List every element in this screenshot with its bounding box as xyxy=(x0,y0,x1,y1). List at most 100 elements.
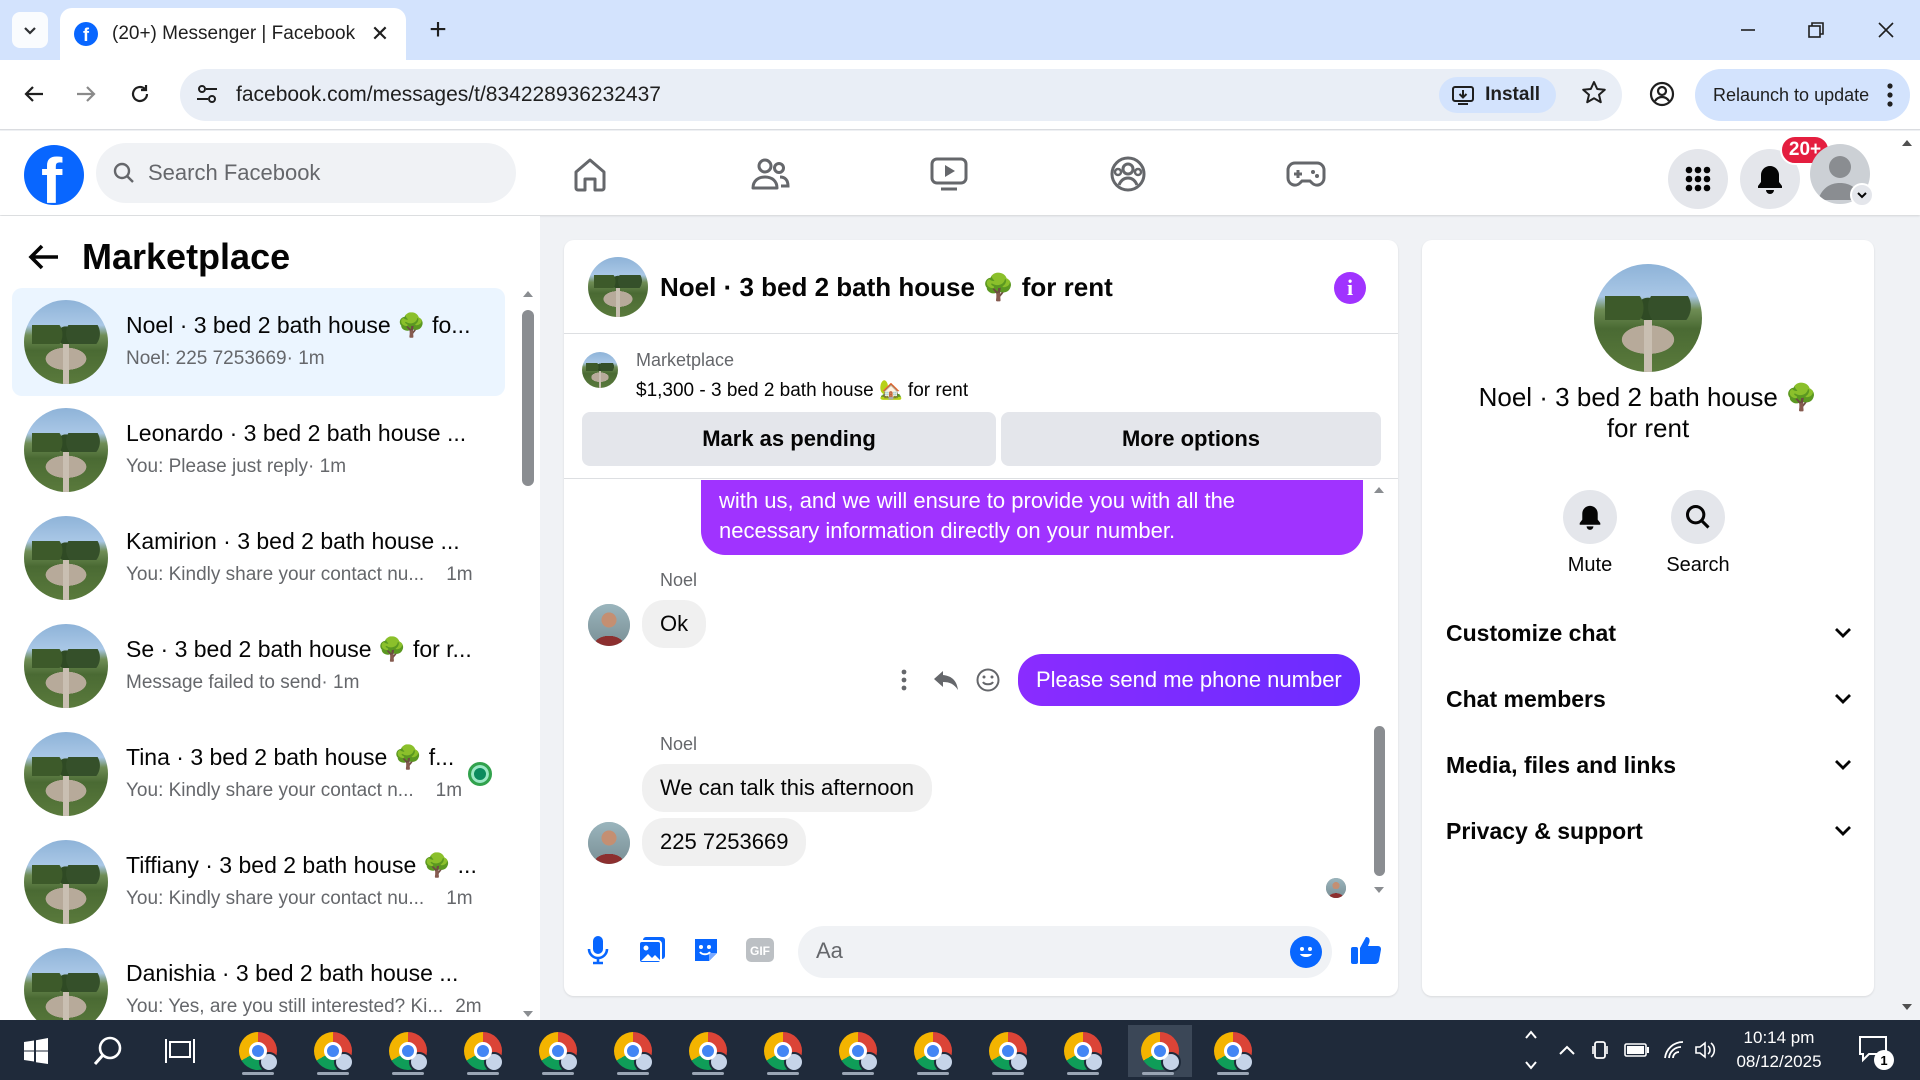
chat-members-section[interactable]: Chat members xyxy=(1446,672,1852,726)
gif-button[interactable]: GIF xyxy=(742,932,778,968)
relaunch-to-update-button[interactable]: Relaunch to update xyxy=(1695,69,1910,121)
taskbar-search-button[interactable] xyxy=(78,1025,138,1077)
message-input[interactable] xyxy=(816,938,1256,964)
taskbar-chrome-window[interactable] xyxy=(378,1025,438,1077)
taskbar-chrome-window[interactable] xyxy=(828,1025,888,1077)
conversation-item[interactable]: Tina · 3 bed 2 bath house 🌳 f... You: Ki… xyxy=(12,720,505,828)
scrollbar-thumb[interactable] xyxy=(1374,726,1385,876)
conversation-item[interactable]: Leonardo · 3 bed 2 bath house ... You: P… xyxy=(12,396,505,504)
browser-tab[interactable]: f (20+) Messenger | Facebook ✕ xyxy=(60,8,406,60)
customize-chat-section[interactable]: Customize chat xyxy=(1446,606,1852,660)
mark-as-pending-button[interactable]: Mark as pending xyxy=(582,412,996,466)
taskbar-chrome-window[interactable] xyxy=(678,1025,738,1077)
send-like-button[interactable] xyxy=(1348,932,1384,968)
new-tab-button[interactable]: + xyxy=(420,12,456,48)
message-scrollbar[interactable] xyxy=(1372,480,1386,902)
conversation-list-scrollbar[interactable] xyxy=(522,288,534,1020)
taskbar-chrome-window[interactable] xyxy=(603,1025,663,1077)
sender-avatar[interactable] xyxy=(588,822,630,864)
taskbar-clock[interactable]: 10:14 pm 08/12/2025 xyxy=(1720,1026,1838,1074)
scroll-up-arrow-icon[interactable] xyxy=(522,288,534,300)
more-options-button[interactable]: More options xyxy=(1001,412,1381,466)
bookmark-star-icon[interactable] xyxy=(1580,79,1608,112)
forward-button[interactable] xyxy=(64,72,108,116)
show-hidden-icons-button[interactable] xyxy=(1552,1020,1582,1080)
voice-clip-button[interactable] xyxy=(580,932,616,968)
media-files-links-section[interactable]: Media, files and links xyxy=(1446,738,1852,792)
install-app-button[interactable]: Install xyxy=(1439,77,1556,113)
conversation-item[interactable]: Noel · 3 bed 2 bath house 🌳 fo... Noel: … xyxy=(12,288,505,396)
scroll-down-arrow-icon[interactable] xyxy=(1373,884,1385,896)
incoming-message[interactable]: 225 7253669 xyxy=(642,818,807,866)
close-tab-icon[interactable]: ✕ xyxy=(368,21,392,47)
conversation-item[interactable]: Tiffiany · 3 bed 2 bath house 🌳 ... You:… xyxy=(12,828,505,936)
sticker-button[interactable] xyxy=(688,932,724,968)
reply-icon[interactable] xyxy=(932,666,960,694)
back-arrow-icon[interactable] xyxy=(28,243,60,271)
conversation-item[interactable]: Kamirion · 3 bed 2 bath house ... You: K… xyxy=(12,504,505,612)
taskbar-chrome-window[interactable] xyxy=(903,1025,963,1077)
react-emoji-icon[interactable] xyxy=(974,666,1002,694)
chat-title[interactable]: Noel · 3 bed 2 bath house 🌳 for rent xyxy=(660,272,1113,303)
nav-home-button[interactable] xyxy=(565,149,615,199)
taskbar-chrome-window[interactable] xyxy=(1053,1025,1113,1077)
facebook-search-box[interactable] xyxy=(96,143,516,203)
scroll-up-arrow-icon[interactable] xyxy=(1373,484,1385,496)
taskbar-chrome-window-active[interactable] xyxy=(1128,1025,1192,1077)
menu-button[interactable] xyxy=(1668,149,1728,209)
privacy-support-section[interactable]: Privacy & support xyxy=(1446,804,1852,858)
listing-price-title[interactable]: $1,300 - 3 bed 2 bath house 🏡 for rent xyxy=(636,378,968,402)
page-scroll-down-arrow-icon[interactable] xyxy=(1900,1000,1914,1019)
chat-avatar[interactable] xyxy=(588,257,648,317)
scroll-down-arrow-icon[interactable] xyxy=(522,1008,534,1020)
info-icon[interactable]: i xyxy=(1334,272,1366,304)
search-in-conversation-button[interactable]: Search xyxy=(1648,490,1748,577)
taskbar-chrome-window[interactable] xyxy=(228,1025,288,1077)
more-actions-icon[interactable] xyxy=(890,666,918,694)
address-bar[interactable]: facebook.com/messages/t/834228936232437 … xyxy=(180,69,1622,121)
task-view-button[interactable] xyxy=(150,1025,210,1077)
conversation-item[interactable]: Danishia · 3 bed 2 bath house ... You: Y… xyxy=(12,936,505,1020)
outgoing-message[interactable]: Please send me phone number xyxy=(1018,654,1360,706)
meet-now-tray[interactable] xyxy=(1586,1020,1616,1080)
browser-profile-button[interactable] xyxy=(1640,72,1684,116)
minimize-button[interactable] xyxy=(1724,8,1772,52)
taskbar-chrome-window[interactable] xyxy=(978,1025,1038,1077)
message-input-box[interactable] xyxy=(798,926,1332,978)
tab-search-button[interactable] xyxy=(12,12,48,48)
taskbar-chrome-window[interactable] xyxy=(303,1025,363,1077)
back-button[interactable] xyxy=(12,72,56,116)
facebook-logo-icon[interactable]: f xyxy=(24,145,84,205)
action-center-button[interactable]: 1 xyxy=(1858,1034,1894,1070)
restore-button[interactable] xyxy=(1792,8,1840,52)
attach-media-button[interactable] xyxy=(634,932,670,968)
outgoing-message[interactable]: with us, and we will ensure to provide y… xyxy=(701,480,1363,555)
close-window-button[interactable] xyxy=(1862,8,1910,52)
page-scroll-up-arrow-icon[interactable] xyxy=(1900,136,1914,155)
sender-avatar[interactable] xyxy=(588,604,630,646)
incoming-message[interactable]: Ok xyxy=(642,600,707,648)
nav-watch-button[interactable] xyxy=(924,149,974,199)
taskbar-chrome-window[interactable] xyxy=(453,1025,513,1077)
account-menu-chevron-icon[interactable] xyxy=(1850,183,1874,207)
mute-button[interactable]: Mute xyxy=(1540,490,1640,577)
reload-button[interactable] xyxy=(118,72,162,116)
taskbar-chrome-window[interactable] xyxy=(753,1025,813,1077)
scrollbar-thumb[interactable] xyxy=(522,310,534,486)
taskbar-chrome-window[interactable] xyxy=(528,1025,588,1077)
emoji-button[interactable] xyxy=(1290,936,1322,968)
conversation-item[interactable]: Se · 3 bed 2 bath house 🌳 for r... Messa… xyxy=(12,612,505,720)
url-text[interactable]: facebook.com/messages/t/834228936232437 xyxy=(236,83,661,107)
volume-tray[interactable] xyxy=(1690,1020,1722,1080)
taskbar-scroll[interactable] xyxy=(1520,1020,1542,1080)
site-info-icon[interactable] xyxy=(194,81,220,112)
network-tray[interactable] xyxy=(1658,1020,1690,1080)
taskbar-chrome-window[interactable] xyxy=(1203,1025,1263,1077)
nav-groups-button[interactable] xyxy=(1103,149,1153,199)
start-button[interactable] xyxy=(6,1025,66,1077)
chat-profile-avatar[interactable] xyxy=(1594,264,1702,372)
battery-tray[interactable] xyxy=(1620,1020,1654,1080)
nav-gaming-button[interactable] xyxy=(1281,149,1331,199)
nav-friends-button[interactable] xyxy=(745,149,795,199)
incoming-message[interactable]: We can talk this afternoon xyxy=(642,764,932,812)
